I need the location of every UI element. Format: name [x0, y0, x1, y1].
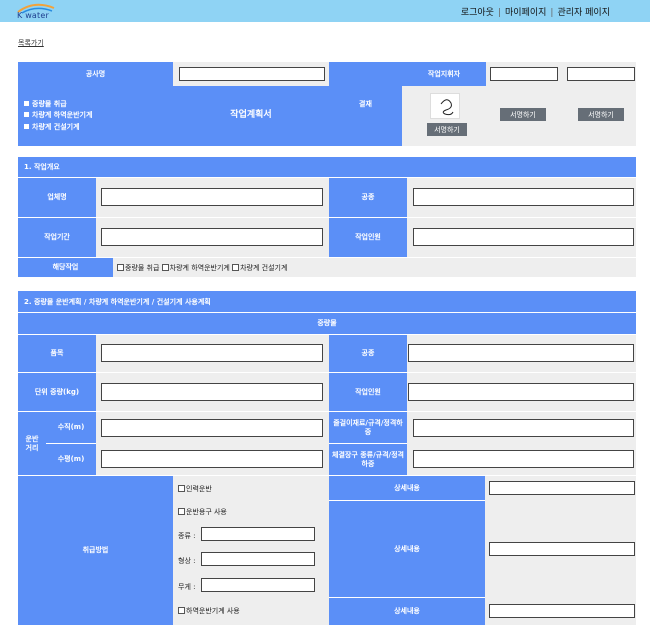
checkbox-icon [24, 123, 29, 129]
supervisor-label: 작업지휘자 [402, 62, 486, 86]
checkbox-icon [178, 607, 185, 614]
task-option-construction[interactable]: 차량계 건설기계 [232, 264, 287, 272]
checkbox-icon [24, 101, 29, 107]
sign-button-supervisor[interactable]: 서명하기 [427, 123, 467, 136]
item-input[interactable] [101, 344, 323, 362]
checklist-heavy[interactable]: 중량물 취급 [24, 99, 92, 110]
signature-image [430, 93, 460, 119]
approver-name-input-2[interactable] [567, 67, 635, 81]
checkbox-icon [232, 264, 240, 271]
checklist-item-label: 중량물 취급 [32, 100, 67, 109]
workers-input[interactable] [413, 228, 634, 246]
period-input[interactable] [101, 228, 323, 246]
kind-input[interactable] [201, 527, 315, 541]
checklist-item-label: 차량계 건설기계 [32, 122, 80, 131]
project-name-label: 공사명 [18, 62, 173, 86]
trade-label-2: 공종 [329, 335, 407, 372]
detail-label-manual: 상세내용 [329, 476, 485, 500]
trade-label: 공종 [329, 178, 407, 217]
checkbox-icon [161, 264, 169, 271]
task-option-label: 차량계 하역운반기계 [169, 264, 230, 272]
lifting-gear-input[interactable] [413, 419, 634, 437]
method-cell [173, 476, 329, 625]
checklist-item-label: 차량계 하역운반기계 [32, 111, 93, 120]
workers-input-2[interactable] [408, 383, 634, 401]
nav-separator: | [497, 8, 501, 18]
workers-label: 작업인원 [329, 218, 407, 257]
doc-title: 작업계획서 [173, 86, 329, 146]
unit-weight-label: 단위 중량(kg) [18, 373, 96, 411]
top-nav: 로그아웃 | 마이페이지 | 관리자 페이지 [461, 5, 610, 18]
section2-title: 2. 중량물 운반계획 / 차량계 하역운반기계 / 건설기계 사용계획 [18, 291, 636, 312]
logo-text: K water [17, 11, 49, 20]
approver-name-input-1[interactable] [490, 67, 558, 81]
company-label: 업체명 [18, 178, 96, 217]
task-option-label: 중량물 취급 [125, 264, 160, 272]
tool-option-label: 운반용구 사용 [186, 508, 227, 516]
admin-page-link[interactable]: 관리자 페이지 [557, 8, 610, 18]
workers-label-2: 작업인원 [329, 373, 407, 411]
kwater-logo[interactable]: K water [16, 2, 56, 20]
trade-input[interactable] [413, 188, 634, 206]
horizontal-input[interactable] [101, 450, 323, 468]
weight-label: 무게 : [178, 583, 196, 591]
nav-separator: | [550, 8, 554, 18]
vertical-input[interactable] [101, 419, 323, 437]
mypage-link[interactable]: 마이페이지 [505, 8, 546, 18]
unit-weight-input[interactable] [101, 383, 323, 401]
detail-input-machine[interactable] [489, 604, 635, 618]
manual-option[interactable]: 인력운반 [178, 484, 212, 494]
horizontal-label: 수평(m) [46, 444, 96, 475]
logout-link[interactable]: 로그아웃 [461, 8, 494, 18]
back-to-list-link[interactable]: 목록가기 [18, 38, 44, 48]
top-bar: K water 로그아웃 | 마이페이지 | 관리자 페이지 [0, 0, 650, 22]
machine-option-label: 하역운반기계 사용 [186, 607, 240, 615]
section1-title: 1. 작업개요 [18, 157, 636, 177]
detail-label-machine: 상세내용 [329, 598, 485, 625]
shape-input[interactable] [201, 552, 315, 566]
checkbox-icon [178, 508, 185, 515]
tool-option[interactable]: 운반용구 사용 [178, 507, 227, 517]
vertical-label: 수직(m) [46, 412, 96, 443]
shape-label: 형상 : [178, 557, 196, 565]
checkbox-icon [24, 112, 29, 118]
method-label: 취급방법 [18, 476, 173, 625]
project-name-input[interactable] [179, 67, 325, 81]
detail-input-manual[interactable] [489, 481, 635, 495]
period-label: 작업기간 [18, 218, 96, 257]
approval-label: 결재 [329, 62, 402, 146]
weight-input[interactable] [201, 578, 315, 592]
sign-button-approver-2[interactable]: 서명하기 [578, 108, 624, 121]
checkbox-icon [117, 264, 124, 271]
task-label: 해당작업 [18, 258, 113, 277]
signature-scribble-icon [440, 99, 454, 116]
lifting-gear-label: 줄걸이재료/규격/정격하중 [329, 412, 407, 443]
machine-option[interactable]: 하역운반기계 사용 [178, 606, 240, 616]
checklist-loader[interactable]: 차량계 하역운반기계 [24, 110, 92, 121]
sign-button-approver-1[interactable]: 서명하기 [500, 108, 546, 121]
fastening-label: 체결장구 종류/규격/정격하중 [329, 444, 407, 475]
section2-subtitle: 중량물 [18, 313, 636, 334]
distance-label: 운반 거리 [18, 412, 46, 475]
item-label: 품목 [18, 335, 96, 372]
task-options: 중량물 취급 차량계 하역운반기계 차량계 건설기계 [117, 263, 287, 273]
manual-option-label: 인력운반 [186, 485, 212, 493]
company-input[interactable] [101, 188, 323, 206]
checklist-construction[interactable]: 차량계 건설기계 [24, 122, 92, 133]
detail-label-tool: 상세내용 [329, 501, 485, 597]
task-option-heavy[interactable]: 중량물 취급 [117, 264, 159, 272]
trade-input-2[interactable] [408, 344, 634, 362]
task-option-label: 차량계 건설기계 [240, 264, 288, 272]
task-option-loader[interactable]: 차량계 하역운반기계 [161, 264, 230, 272]
detail-input-tool[interactable] [489, 542, 635, 556]
kind-label: 종류 : [178, 532, 196, 540]
checkbox-icon [178, 485, 185, 492]
fastening-input[interactable] [413, 450, 634, 468]
work-type-checklist: 중량물 취급 차량계 하역운반기계 차량계 건설기계 [18, 86, 173, 146]
